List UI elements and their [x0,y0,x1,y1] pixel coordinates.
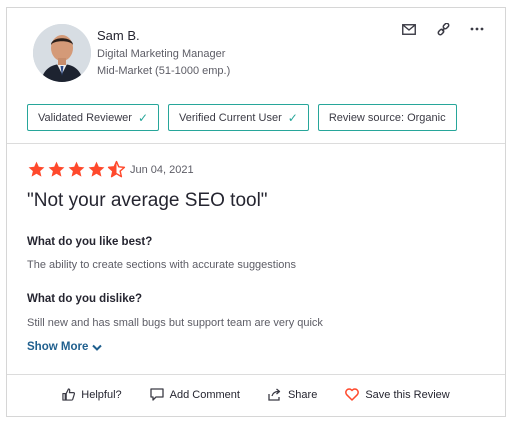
divider [7,143,505,144]
email-icon[interactable] [399,20,419,38]
dislike-answer: Still new and has small bugs but support… [27,317,323,329]
badge-review-source: Review source: Organic [317,104,457,131]
badge-verified-current-user: Verified Current User ✓ [168,104,309,131]
heart-icon [345,388,360,401]
chevron-down-icon [92,344,103,351]
badge-label: Verified Current User [179,111,282,124]
review-title: "Not your average SEO tool" [27,190,268,211]
star-icon [28,161,45,177]
link-icon[interactable] [433,20,453,38]
thumbs-up-icon [62,388,76,401]
check-icon: ✓ [287,110,298,125]
star-icon [88,161,105,177]
like-question: What do you like best? [27,236,153,248]
share-button[interactable]: Share [268,388,317,401]
badge-validated-reviewer: Validated Reviewer ✓ [27,104,160,131]
show-more-link[interactable]: Show More [27,341,103,353]
divider [7,374,505,375]
review-date: Jun 04, 2021 [130,164,194,176]
star-rating [27,160,126,179]
reviewer-name: Sam B. [97,28,140,43]
comment-icon [150,388,164,401]
share-label: Share [287,388,318,401]
check-icon: ✓ [137,110,149,125]
review-footer: Helpful? Add Comment Share Save this Rev… [7,388,505,401]
star-icon [48,161,65,177]
reviewer-badges: Validated Reviewer ✓ Verified Current Us… [27,104,457,131]
like-answer: The ability to create sections with accu… [27,259,297,271]
share-icon [268,388,281,401]
add-comment-button[interactable]: Add Comment [150,388,240,401]
more-options-icon[interactable] [467,20,487,38]
reviewer-job-title: Digital Marketing Manager [97,48,226,60]
dislike-question: What do you dislike? [27,293,143,305]
helpful-label: Helpful? [81,388,122,401]
reviewer-company-size: Mid-Market (51-1000 emp.) [97,65,231,77]
save-review-button[interactable]: Save this Review [345,388,450,401]
show-more-label: Show More [27,341,89,353]
badge-label: Validated Reviewer [38,111,132,124]
add-comment-label: Add Comment [169,388,240,401]
avatar [33,24,91,82]
badge-label: Review source: Organic [328,111,446,124]
save-review-label: Save this Review [365,388,450,401]
helpful-button[interactable]: Helpful? [62,388,122,401]
review-card: Sam B. Digital Marketing Manager Mid-Mar… [6,7,506,417]
half-star-icon [107,160,126,178]
review-actions [399,20,487,38]
star-icon [68,161,85,177]
